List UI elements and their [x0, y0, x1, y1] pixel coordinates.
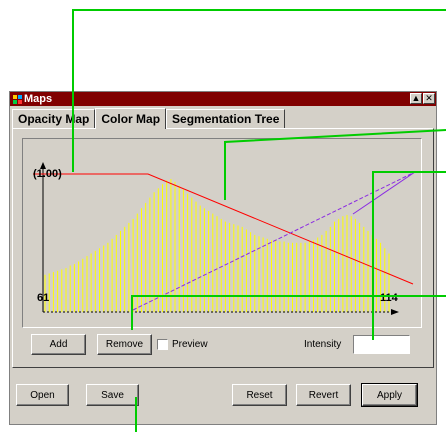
callout-max-value — [72, 9, 446, 172]
callout-intensity — [372, 171, 446, 340]
callout-lines — [72, 9, 446, 432]
callout-group — [72, 9, 446, 432]
callout-histogram — [224, 129, 446, 200]
tab-color-map[interactable]: Color Map — [95, 108, 167, 129]
callout-remove — [131, 295, 446, 330]
